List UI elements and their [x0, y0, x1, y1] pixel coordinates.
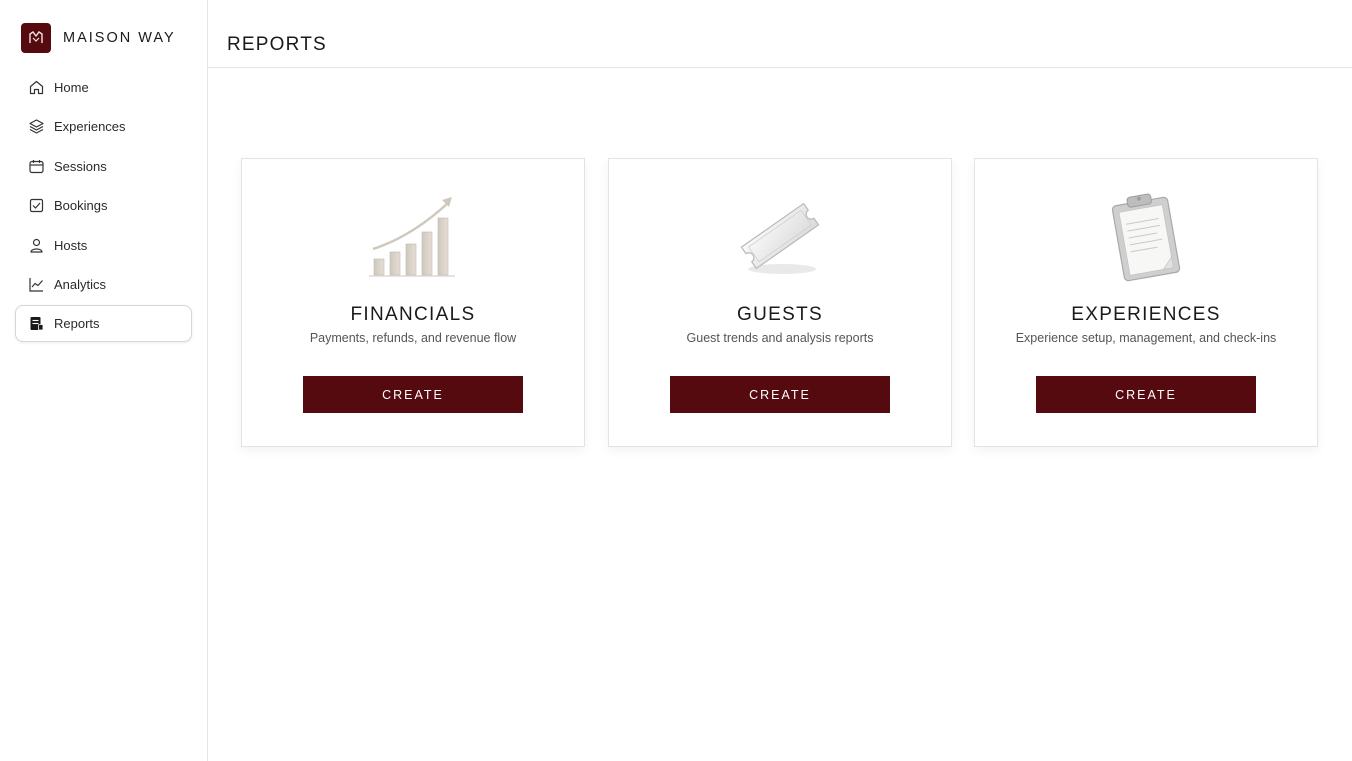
- brand-logo-icon: [21, 23, 51, 53]
- sidebar-nav: Home Experiences Sessions Bookings Hosts: [15, 69, 192, 345]
- sidebar-item-label: Experiences: [54, 119, 126, 135]
- sidebar-item-label: Bookings: [54, 198, 108, 214]
- report-card-guests: GUESTS Guest trends and analysis reports…: [608, 158, 952, 447]
- user-icon: [28, 237, 45, 254]
- top-bar: REPORTS: [208, 0, 1352, 68]
- sidebar-item-label: Hosts: [54, 237, 88, 253]
- create-financials-button[interactable]: CREATE: [303, 376, 523, 413]
- card-title: GUESTS: [737, 304, 823, 325]
- sidebar-item-home[interactable]: Home: [15, 69, 192, 106]
- page-title: REPORTS: [227, 33, 327, 55]
- report-icon: [28, 315, 45, 332]
- clipboard-illustration: [975, 191, 1317, 283]
- create-experiences-button[interactable]: CREATE: [1036, 376, 1256, 413]
- sidebar-item-experiences[interactable]: Experiences: [15, 108, 192, 145]
- sidebar-item-label: Sessions: [54, 158, 107, 174]
- sidebar-item-label: Reports: [54, 316, 100, 332]
- sidebar-item-sessions[interactable]: Sessions: [15, 148, 192, 185]
- create-guests-button[interactable]: CREATE: [670, 376, 890, 413]
- card-title: FINANCIALS: [350, 304, 476, 325]
- sidebar: MAISON WAY Home Experiences Sessions Boo…: [0, 0, 208, 761]
- layers-icon: [28, 118, 45, 135]
- report-card-experiences: EXPERIENCES Experience setup, management…: [974, 158, 1318, 447]
- calendar-icon: [28, 158, 45, 175]
- sidebar-item-label: Home: [54, 80, 89, 95]
- booking-icon: [28, 197, 45, 214]
- sidebar-item-label: Analytics: [54, 276, 107, 292]
- home-icon: [28, 79, 45, 96]
- card-title: EXPERIENCES: [1071, 304, 1221, 325]
- brand-name: MAISON WAY: [63, 30, 176, 46]
- card-description: Guest trends and analysis reports: [686, 331, 874, 345]
- sidebar-item-bookings[interactable]: Bookings: [15, 187, 192, 224]
- growth-chart-illustration: [242, 191, 584, 283]
- report-card-financials: FINANCIALS Payments, refunds, and revenu…: [241, 158, 585, 447]
- brand[interactable]: MAISON WAY: [21, 23, 176, 53]
- sidebar-item-analytics[interactable]: Analytics: [15, 266, 192, 303]
- card-description: Payments, refunds, and revenue flow: [309, 331, 517, 345]
- sidebar-item-reports[interactable]: Reports: [15, 305, 192, 343]
- chart-line-icon: [28, 276, 45, 293]
- sidebar-item-hosts[interactable]: Hosts: [15, 227, 192, 264]
- ticket-illustration: [609, 191, 951, 283]
- card-description: Experience setup, management, and check-…: [1015, 331, 1277, 345]
